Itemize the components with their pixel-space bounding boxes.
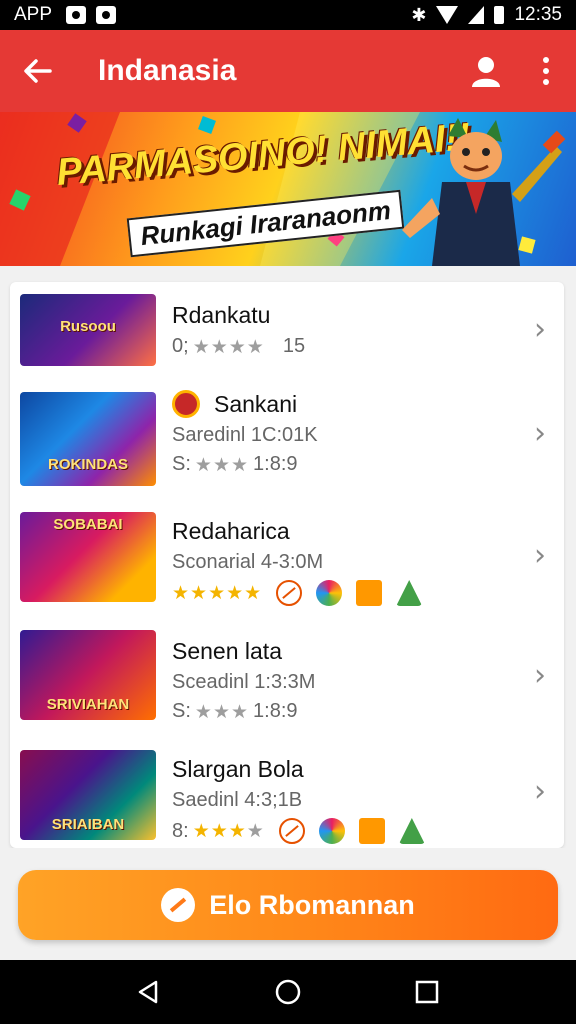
meta-prefix: 0;	[172, 335, 189, 357]
list-item[interactable]: SRIAIBAN Slargan Bola Saedinl 4:3;1B 8: …	[10, 738, 564, 848]
meta-prefix: 8:	[172, 819, 189, 842]
chevron-right-icon: ›	[534, 312, 546, 347]
game-badge-icon	[172, 390, 200, 418]
star-rating: ★★★	[194, 453, 250, 476]
game-name: Sankani	[214, 390, 298, 417]
thumbnail-title: SOBABAI	[53, 516, 123, 533]
notification-icon	[66, 6, 87, 24]
battery-icon	[494, 6, 505, 24]
game-thumbnail: SRIVIAHAN	[20, 630, 156, 720]
game-name: Rdankatu	[172, 302, 271, 328]
meta-prefix: S:	[172, 453, 191, 475]
more-vert-icon	[543, 57, 549, 63]
nav-recents-button[interactable]	[397, 962, 457, 1022]
promo-banner[interactable]: PARMASOINO! NIMAI!! Runkagi Iraranaonm	[0, 112, 576, 266]
house-icon	[358, 818, 385, 844]
app-bar: Indanasia	[0, 30, 576, 112]
list-item[interactable]: Rusoou Rdankatu 0; ★★★★ 15 ›	[10, 282, 564, 392]
game-name: Senen lata	[172, 638, 282, 664]
list-item[interactable]: ROKINDAS Sankani Saredinl 1C:01K S: ★★★ …	[10, 380, 564, 490]
game-name-row: Sankani	[172, 390, 512, 418]
game-rating-line: S: ★★★ 1:8:9	[172, 453, 512, 476]
status-app-label: APP	[14, 4, 53, 25]
bottom-action-area: Elo Rbomannan	[0, 848, 576, 960]
star-rating: ★★★★	[192, 820, 265, 842]
person-icon	[472, 57, 500, 87]
game-rating-line: S: ★★★ 1:8:9	[172, 700, 512, 723]
feature-icons	[278, 818, 425, 844]
game-subtitle: Sconarial 4-3:0M	[172, 551, 324, 573]
meta-prefix: S:	[172, 700, 191, 722]
game-rating-line: 8: ★★★ ★	[172, 818, 512, 844]
game-name: Slargan Bola	[172, 756, 304, 782]
game-rating-line: 0; ★★★★ 15	[172, 335, 512, 358]
tree-icon	[396, 580, 423, 606]
circle-home-icon	[275, 979, 301, 1005]
game-list: Rusoou Rdankatu 0; ★★★★ 15 › ROKINDAS Sa…	[10, 282, 564, 848]
no-ads-icon	[276, 580, 303, 606]
square-recents-icon	[415, 980, 438, 1004]
bluetooth-icon: ✱	[411, 4, 427, 25]
page-title: Indanasia	[98, 54, 237, 87]
list-item[interactable]: SOBABAI Redaharica Sconarial 4-3:0M ★★★★…	[10, 500, 564, 610]
star-rating: ★★★★	[192, 335, 265, 358]
game-rating-line: ★★★★★	[172, 580, 512, 606]
thumbnail-title: SRIAIBAN	[51, 816, 125, 833]
globe-icon	[316, 580, 343, 606]
wifi-icon	[436, 6, 459, 24]
tree-icon	[398, 818, 425, 844]
system-nav-bar	[0, 960, 576, 1024]
primary-action-label: Elo Rbomannan	[209, 889, 415, 920]
triangle-back-icon	[139, 980, 158, 1004]
game-subtitle: Saedinl 4:3;1B	[172, 789, 303, 811]
notification-icon-2	[96, 6, 117, 24]
game-thumbnail: SRIAIBAN	[20, 750, 156, 840]
house-icon	[356, 580, 383, 606]
game-subtitle: Sceadinl 1:3:3M	[172, 671, 316, 693]
thumbnail-title: ROKINDAS	[47, 456, 128, 473]
feature-icons	[276, 580, 423, 606]
status-bar: APP ✱ 12:35	[0, 0, 576, 30]
chevron-right-icon: ›	[534, 416, 546, 451]
no-ads-icon	[278, 818, 305, 844]
thumbnail-title: Rusoou	[60, 318, 116, 335]
action-icon	[161, 888, 196, 922]
star-rating: ★★★	[194, 700, 250, 723]
primary-action-button[interactable]: Elo Rbomannan	[18, 870, 558, 940]
profile-button[interactable]	[456, 30, 516, 112]
signal-icon	[468, 6, 485, 24]
more-options-button[interactable]	[516, 30, 576, 112]
game-subtitle: Saredinl 1C:01K	[172, 424, 318, 446]
star-rating: ★★★★★	[172, 582, 263, 604]
game-name: Redaharica	[172, 518, 290, 544]
status-time: 12:35	[514, 4, 562, 25]
chevron-right-icon: ›	[534, 774, 546, 809]
globe-icon	[318, 818, 345, 844]
meta-suffix: 1:8:9	[253, 453, 298, 475]
nav-back-button[interactable]	[119, 962, 179, 1022]
back-button[interactable]	[0, 30, 76, 112]
meta-suffix: 1:8:9	[253, 700, 298, 722]
game-thumbnail: SOBABAI	[20, 512, 156, 602]
arrow-left-icon	[24, 59, 52, 83]
list-item[interactable]: SRIVIAHAN Senen lata Sceadinl 1:3:3M S: …	[10, 618, 564, 728]
banner-character-illustration	[402, 118, 566, 266]
nav-home-button[interactable]	[258, 962, 318, 1022]
game-thumbnail: ROKINDAS	[20, 392, 156, 486]
chevron-right-icon: ›	[534, 538, 546, 573]
game-thumbnail: Rusoou	[20, 294, 156, 366]
chevron-right-icon: ›	[534, 658, 546, 693]
meta-suffix: 15	[282, 335, 306, 357]
thumbnail-title: SRIVIAHAN	[46, 696, 130, 713]
